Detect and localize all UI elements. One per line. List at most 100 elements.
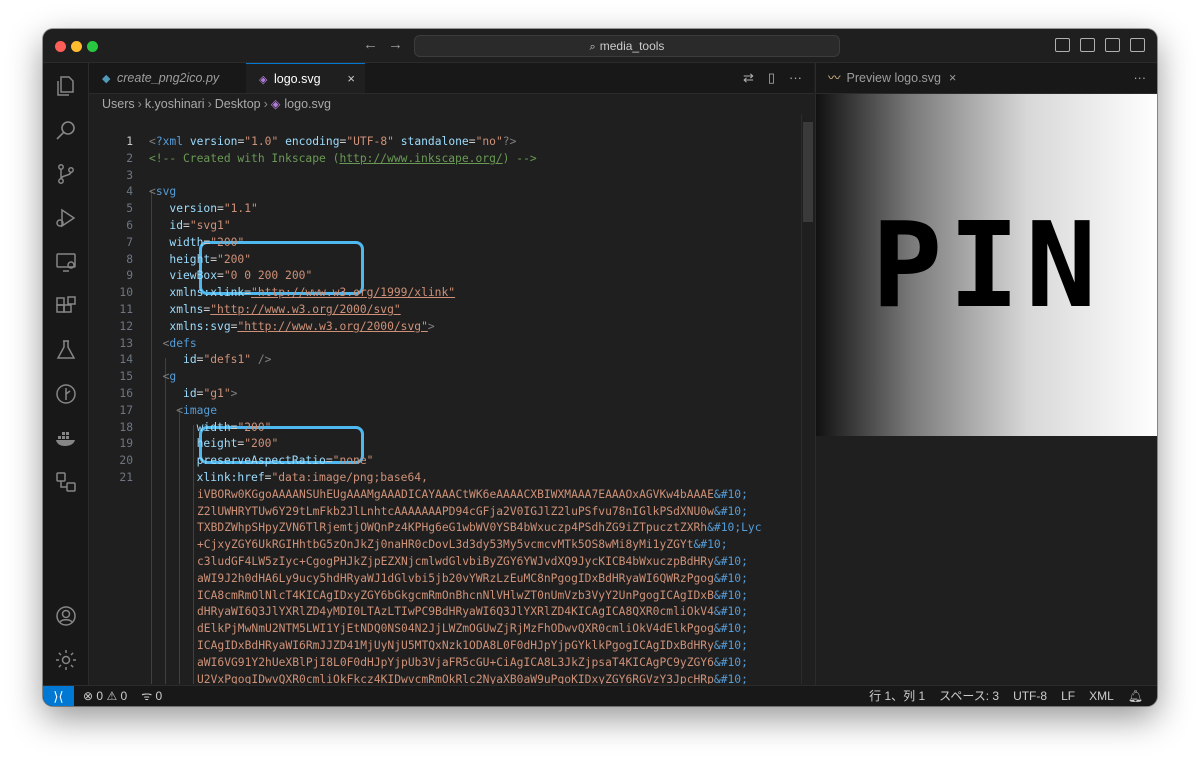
preview-icon: 〰 [828, 71, 841, 85]
line-number: 17 [119, 403, 133, 417]
remote-icon[interactable]: ⟩⟨ [43, 686, 74, 706]
maximize-window-button[interactable] [87, 41, 98, 52]
code-token: = [325, 454, 333, 468]
minimize-window-button[interactable] [71, 41, 82, 52]
search-icon[interactable] [54, 118, 78, 142]
warning-count: 0 [120, 689, 128, 703]
svg-icon: ◈ [259, 74, 268, 86]
command-center-label: media_tools [599, 39, 665, 53]
preview-tab-label: Preview logo.svg [846, 71, 942, 85]
code-line: width="200" [149, 236, 244, 249]
docker-icon[interactable] [54, 426, 78, 450]
extensions-icon[interactable] [54, 294, 78, 318]
code-token: = [217, 202, 224, 216]
code-line: preserveAspectRatio="none" [149, 454, 374, 468]
code-line: height="200" [149, 253, 251, 266]
breadcrumb: Users › k.yoshinari › Desktop › ◈ logo.svg [89, 94, 814, 114]
code-token: version [183, 135, 238, 148]
code-token: "defs1" [203, 353, 252, 367]
breadcrumb-item[interactable]: Desktop [215, 97, 261, 111]
code-line-wrapped: +CjxyZGY6UkRGIHhtbG5zOnJkZj0naHR0cDovL3d… [197, 538, 728, 551]
tab-preview-logo-svg[interactable]: 〰 Preview logo.svg × ··· [816, 63, 1157, 94]
code-line: width="200" [149, 421, 272, 434]
close-tab-icon[interactable]: × [949, 71, 956, 85]
close-tab-icon[interactable]: × [347, 64, 355, 94]
close-window-button[interactable] [55, 41, 66, 52]
run-and-debug-icon[interactable] [54, 206, 78, 230]
scrollbar-thumb[interactable] [803, 122, 813, 222]
base64-text: ICAgIDxBdHRyaWI6RmJJZD41MjUyNjU5MTQxNzk1… [197, 639, 714, 652]
toggle-primary-sidebar-icon[interactable] [1055, 38, 1070, 52]
open-changes-icon[interactable]: ⇄ [743, 63, 754, 93]
tab-create-png2ico[interactable]: ◆ create_png2ico.py [89, 63, 245, 93]
customize-layout-icon[interactable] [1130, 38, 1145, 52]
code-token: xlink:href [196, 471, 265, 484]
testing-icon[interactable] [54, 338, 78, 362]
base64-text: aWI6VG91Y2hUeXBlPjI8L0F0dHJpYjpUb3VjaFR5… [197, 655, 714, 669]
vscode-window: ← → ⌕ media_tools ◆ create_png2ico.py ◈ … [43, 29, 1157, 706]
indentation[interactable]: スペース: 3 [939, 686, 999, 706]
forward-arrow-icon[interactable]: → [388, 36, 403, 53]
ports-indicator[interactable]: ᯤ 0 [141, 686, 162, 706]
end-of-line[interactable]: LF [1061, 686, 1075, 706]
line-number: 21 [119, 471, 133, 484]
code-token: "http://www.w3.org/1999/xlink" [251, 286, 456, 300]
preview-pane: 〰 Preview logo.svg × ··· PIN [815, 63, 1157, 685]
language-mode[interactable]: XML [1089, 686, 1114, 706]
source-control-icon[interactable] [54, 162, 78, 186]
breadcrumb-item[interactable]: logo.svg [284, 97, 331, 111]
entity-text: &#10; [713, 487, 748, 501]
entity-text: &#10; [713, 555, 748, 568]
toggle-panel-icon[interactable] [1080, 38, 1095, 52]
split-editor-icon[interactable]: ▯ [768, 63, 775, 93]
explorer-icon[interactable] [54, 74, 78, 98]
code-token: id [169, 219, 184, 232]
code-line-wrapped: aWI6VG91Y2hUeXBlPjI8L0F0dHJpYjpUb3VjaFR5… [197, 656, 748, 669]
code-token: "no" [475, 135, 503, 148]
accounts-icon[interactable] [54, 604, 78, 628]
tab-logo-svg[interactable]: ◈ logo.svg × [246, 63, 365, 93]
problems-indicator[interactable]: ⊗ 0 ⚠ 0 [83, 686, 127, 706]
preview-logo-text: PIN [871, 196, 1103, 334]
encoding[interactable]: UTF-8 [1013, 686, 1047, 706]
toggle-secondary-sidebar-icon[interactable] [1105, 38, 1120, 52]
code-line-wrapped: dHRyaWI6Q3JlYXRlZD4yMDI0LTAzLTIwPC9BdHRy… [197, 605, 748, 618]
code-token: id [183, 353, 197, 367]
code-line: <svg [149, 185, 176, 198]
source-graph-icon[interactable] [54, 470, 78, 494]
more-actions-icon[interactable]: ··· [789, 63, 802, 93]
more-actions-icon[interactable]: ··· [1134, 63, 1147, 93]
back-arrow-icon[interactable]: ← [363, 36, 378, 53]
code-token: width [169, 235, 204, 249]
manage-gear-icon[interactable] [54, 648, 78, 672]
tab-label: logo.svg [274, 72, 321, 86]
line-number: 13 [119, 336, 133, 350]
notifications-bell-icon[interactable]: 🔔︎ [1128, 686, 1143, 706]
breadcrumb-item[interactable]: Users [102, 97, 135, 111]
timeline-icon[interactable] [54, 382, 78, 406]
code-token: > [230, 387, 238, 400]
code-token: "data:image/png;base64, [271, 471, 428, 484]
editor-scrollbar[interactable] [801, 114, 814, 684]
code-line-wrapped: Z2lUWHRYTUw6Y29tLmFkb2JlLnhtcAAAAAAAPD94… [197, 505, 748, 518]
code-editor[interactable]: 1 2 3 4 5 6 7 8 9 10 11 12 13 14 15 16 17 18 19 20 21 <?xml v… [89, 114, 814, 684]
code-token: "0 0 200 200" [223, 269, 313, 283]
code-token: = [217, 269, 224, 283]
breadcrumb-item[interactable]: k.yoshinari [145, 97, 205, 111]
code-token: svg [155, 185, 177, 199]
code-token: "1.0" [244, 135, 279, 148]
command-center[interactable]: ⌕ media_tools [414, 35, 840, 57]
code-line: <!-- Created with Inkscape (http://www.i… [149, 152, 537, 165]
ports-count: 0 [155, 689, 163, 703]
remote-explorer-icon[interactable] [54, 250, 78, 274]
code-token: id [183, 387, 197, 400]
warning-icon: ⚠ [106, 689, 118, 703]
code-line-wrapped: ICA8cmRmOlNlcT4KICAgIDxyZGY6bGkgcmRmOnBh… [197, 589, 748, 602]
line-number: 18 [119, 420, 133, 434]
line-number: 12 [119, 319, 133, 333]
base64-text: U2VxPgogIDwvQXR0cmliOkFkcz4KIDwvcmRmOkRl… [197, 672, 714, 684]
cursor-position[interactable]: 行 1、列 1 [869, 686, 925, 706]
